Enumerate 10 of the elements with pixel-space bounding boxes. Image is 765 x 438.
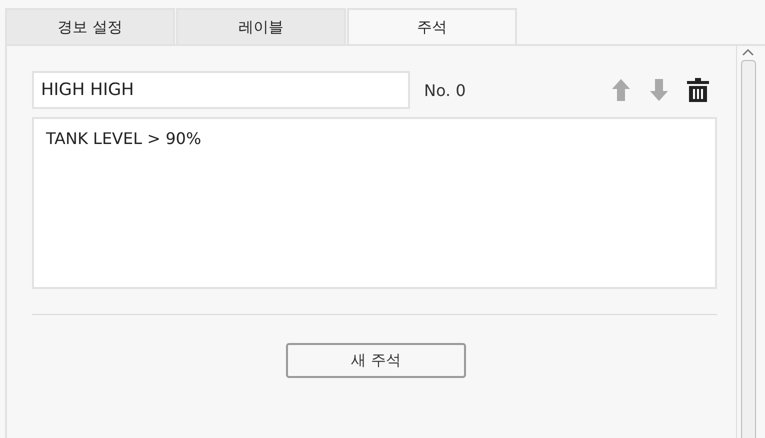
tab[interactable]: 레이블	[176, 8, 346, 44]
scroll-up-icon[interactable]	[742, 48, 754, 56]
tab[interactable]: 경보 설정	[5, 8, 175, 44]
annotation-text-field[interactable]: TANK LEVEL > 90%	[32, 117, 717, 289]
tab[interactable]: 주석	[347, 8, 517, 44]
trash-icon[interactable]	[687, 78, 709, 102]
new-annotation-button[interactable]: 새 주석	[286, 343, 466, 378]
scrollbar[interactable]	[736, 46, 759, 438]
number-label: No. 0	[424, 80, 466, 100]
name-field[interactable]: HIGH HIGH	[32, 71, 410, 109]
